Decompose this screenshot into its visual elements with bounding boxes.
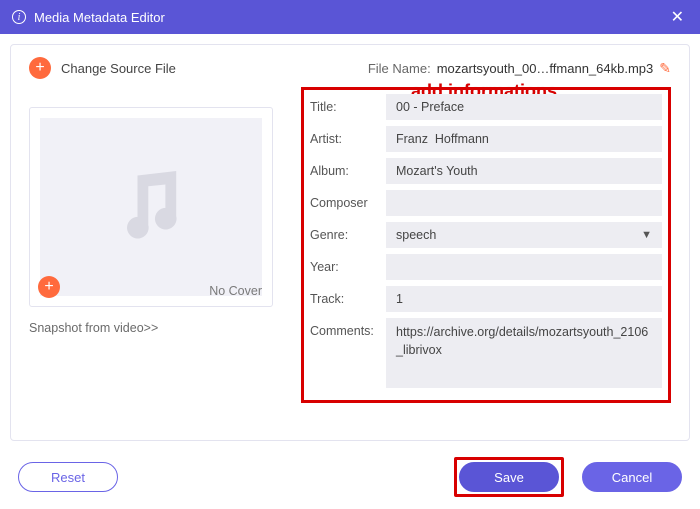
year-label: Year: <box>310 254 386 274</box>
file-name-value: mozartsyouth_00…ffmann_64kb.mp3 <box>437 61 654 76</box>
composer-label: Composer <box>310 190 386 210</box>
close-icon[interactable]: ✕ <box>667 7 688 27</box>
edit-pencil-icon[interactable]: ✎ <box>659 60 671 77</box>
metadata-fields: Title: Artist: Album: Composer Genre: sp… <box>301 87 671 403</box>
cancel-button[interactable]: Cancel <box>582 462 682 492</box>
cover-art-box[interactable]: + No Cover <box>29 107 273 307</box>
genre-value: speech <box>396 228 436 242</box>
content-card: + Change Source File File Name: mozartsy… <box>10 44 690 441</box>
year-input[interactable] <box>386 254 662 280</box>
file-name-label: File Name: <box>368 61 431 76</box>
info-icon: i <box>12 10 26 24</box>
cover-placeholder <box>40 118 262 296</box>
genre-label: Genre: <box>310 222 386 242</box>
title-input[interactable] <box>386 94 662 120</box>
track-input[interactable] <box>386 286 662 312</box>
music-note-icon <box>106 162 196 252</box>
track-label: Track: <box>310 286 386 306</box>
album-label: Album: <box>310 158 386 178</box>
genre-select[interactable]: speech ▼ <box>386 222 662 248</box>
comments-label: Comments: <box>310 318 386 338</box>
change-source-plus-icon[interactable]: + <box>29 57 51 79</box>
save-button[interactable]: Save <box>459 462 559 492</box>
artist-label: Artist: <box>310 126 386 146</box>
album-input[interactable] <box>386 158 662 184</box>
reset-button[interactable]: Reset <box>18 462 118 492</box>
chevron-down-icon: ▼ <box>641 229 652 241</box>
cover-column: + No Cover Snapshot from video>> <box>29 107 273 403</box>
change-source-label[interactable]: Change Source File <box>61 61 176 76</box>
composer-input[interactable] <box>386 190 662 216</box>
card-top-row: + Change Source File File Name: mozartsy… <box>29 57 671 79</box>
snapshot-from-video-link[interactable]: Snapshot from video>> <box>29 321 273 335</box>
window-title: Media Metadata Editor <box>34 10 165 25</box>
cover-add-plus-icon[interactable]: + <box>38 276 60 298</box>
title-label: Title: <box>310 94 386 114</box>
title-bar: i Media Metadata Editor ✕ <box>0 0 700 34</box>
footer-row: Reset Save Cancel <box>0 451 700 509</box>
comments-textarea[interactable] <box>386 318 662 388</box>
artist-input[interactable] <box>386 126 662 152</box>
cover-no-cover-label: No Cover <box>209 284 262 298</box>
save-highlight-box: Save <box>454 457 564 497</box>
